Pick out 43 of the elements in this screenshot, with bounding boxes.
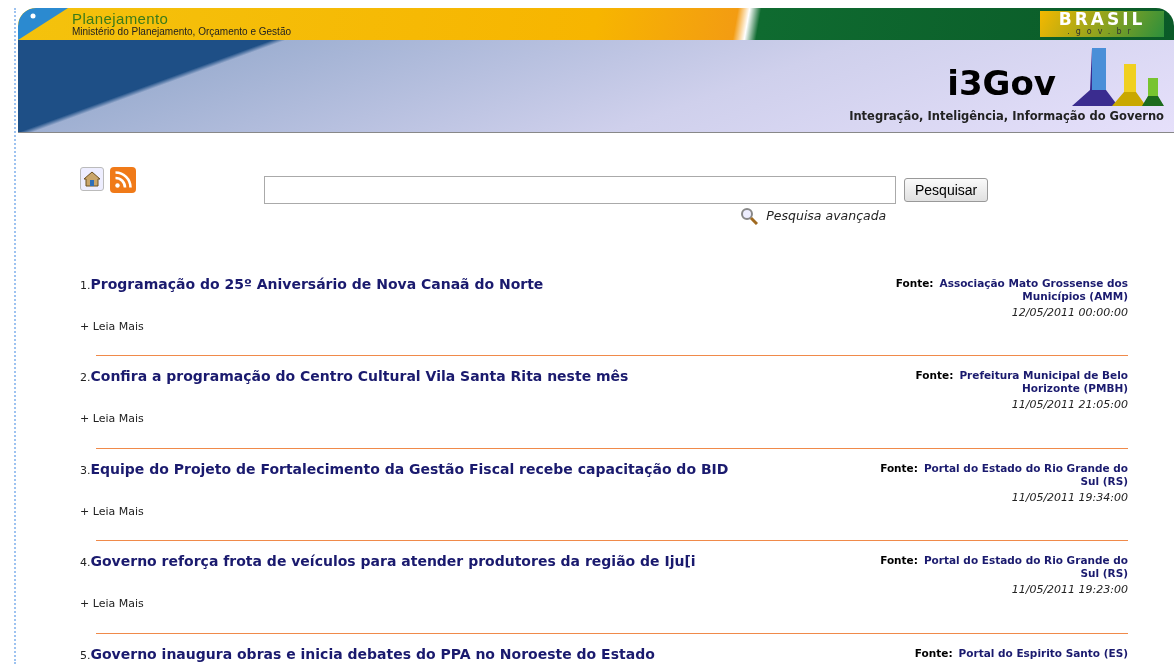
news-date: 12/05/2011 00:00:00 xyxy=(1011,304,1128,321)
news-number: 2. xyxy=(80,371,91,386)
portal-logo-text: BRASIL xyxy=(1058,11,1146,28)
news-number: 4. xyxy=(80,556,91,571)
read-more-link[interactable]: + Leia Mais xyxy=(80,596,144,613)
source-label: Fonte: xyxy=(914,646,953,659)
source-label: Fonte: xyxy=(895,276,934,289)
read-more-link[interactable]: + Leia Mais xyxy=(80,503,144,521)
rss-icon xyxy=(114,171,132,189)
news-title-link[interactable]: Equipe do Projeto de Fortalecimento da Gestão Fiscal recebe capacitação do BID xyxy=(90,461,729,477)
news-date: 11/05/2011 19:23:00 xyxy=(1011,582,1128,599)
source-label: Fonte: xyxy=(915,369,954,382)
advanced-search-link[interactable]: Pesquisa avançada xyxy=(766,207,887,226)
source-name: Portal do Estado do Rio Grande do Sul (RS) xyxy=(923,461,1128,487)
news-title-link[interactable]: Governo reforça frota de veículos para atender produtores da região de Iju[i xyxy=(90,554,696,570)
portal-logo[interactable]: BRASIL .gov.br xyxy=(1040,11,1164,37)
app-tagline: Integração, Inteligência, Informação do Governo xyxy=(849,108,1164,125)
source-label: Fonte: xyxy=(880,554,918,567)
portal-domain: .gov.br xyxy=(1067,28,1137,36)
search-field[interactable] xyxy=(264,176,896,204)
news-title-link[interactable]: Confira a programação do Centro Cultural Vila Santa Rita neste mês xyxy=(90,369,629,385)
news-number: 1. xyxy=(80,278,91,293)
news-date: 11/05/2011 21:05:00 xyxy=(1011,397,1128,414)
news-number: 5. xyxy=(80,648,91,663)
source-label: Fonte: xyxy=(880,461,918,474)
rss-button[interactable] xyxy=(110,167,136,193)
ministry-subtitle: Ministério do Planejamento, Orçamento e Gestão xyxy=(72,27,291,37)
home-button[interactable] xyxy=(80,167,104,191)
news-date: 11/05/2011 19:34:00 xyxy=(1011,489,1128,506)
news-title-link[interactable]: Governo inaugura obras e inicia debates do PPA no Noroeste do Estado xyxy=(90,646,655,662)
read-more-link[interactable]: + Leia Mais xyxy=(80,318,144,336)
source-name: Prefeitura Municipal de Belo Horizonte (PMBH) xyxy=(959,369,1128,395)
source-name: Portal do Estado do Rio Grande do Sul (RS) xyxy=(923,554,1128,580)
source-name: Associação Mato Grossense dos Municípios (AMM) xyxy=(939,276,1128,302)
source-name: Portal do Espirito Santo (ES) xyxy=(958,646,1128,659)
read-more-link[interactable]: + Leia Mais xyxy=(80,411,144,428)
news-title-link[interactable]: Programação do 25º Aniversário de Nova Canaã do Norte xyxy=(90,276,544,292)
search-icon xyxy=(740,207,759,226)
search-button[interactable]: Pesquisar xyxy=(904,178,989,202)
news-number: 3. xyxy=(80,463,91,478)
home-icon xyxy=(83,171,101,187)
star-corner-drawing xyxy=(18,8,68,40)
app-title: i3Gov xyxy=(947,66,1056,100)
